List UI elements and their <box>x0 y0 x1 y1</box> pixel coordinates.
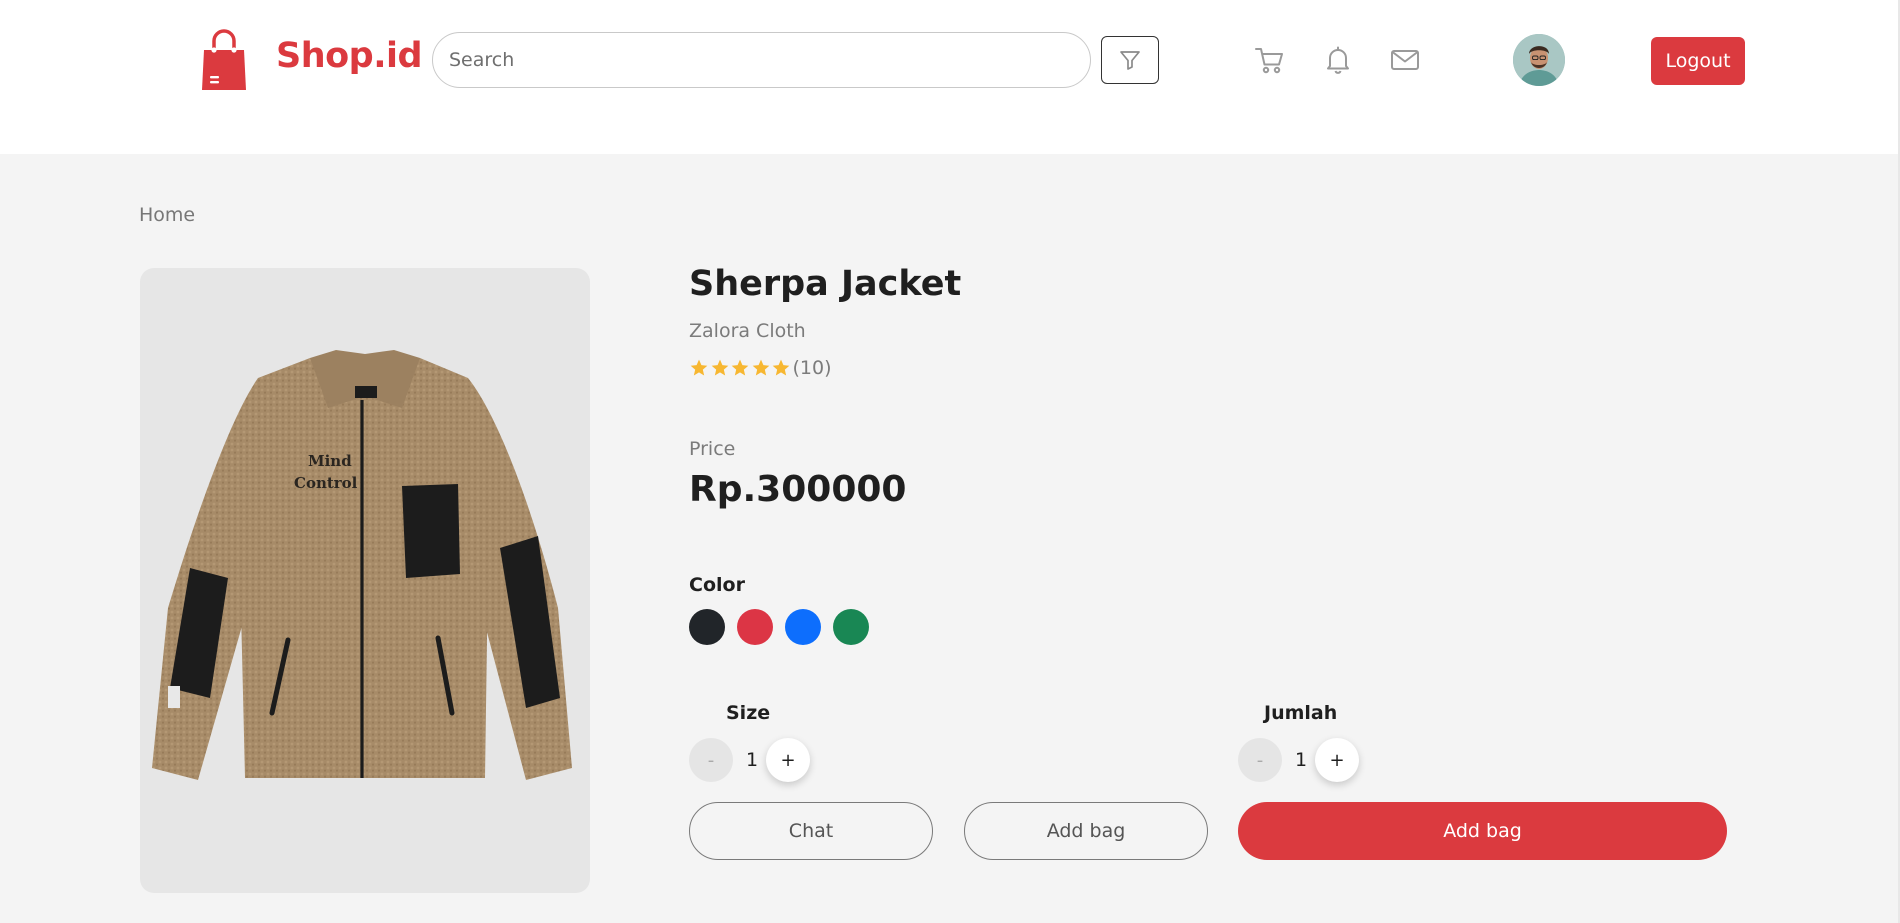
add-bag-outline-button[interactable]: Add bag <box>964 802 1208 860</box>
chat-button[interactable]: Chat <box>689 802 933 860</box>
star-icon <box>752 359 769 376</box>
quantity-label: Jumlah <box>1264 702 1338 724</box>
price-label: Price <box>689 438 736 460</box>
avatar-portrait-icon <box>1513 34 1565 86</box>
jacket-text-line1: Mind <box>308 452 352 470</box>
product-brand: Zalora Cloth <box>689 320 806 342</box>
top-navbar: Shop.id Logout <box>0 0 1900 154</box>
size-label: Size <box>726 702 771 724</box>
color-swatch-blue[interactable] <box>785 609 821 645</box>
user-avatar[interactable] <box>1513 34 1565 86</box>
star-icon <box>690 359 708 376</box>
star-icon <box>711 359 728 376</box>
color-label: Color <box>689 574 745 596</box>
star-icon <box>731 359 749 376</box>
jacket-illustration: Mind Control <box>152 350 572 780</box>
product-title: Sherpa Jacket <box>689 264 962 304</box>
product-rating: (10) <box>689 356 832 380</box>
color-swatch-black[interactable] <box>689 609 725 645</box>
size-decrement-button[interactable]: - <box>689 738 733 782</box>
search-input[interactable] <box>432 32 1091 88</box>
shopping-bag-logo-icon[interactable] <box>200 28 248 92</box>
bell-icon[interactable] <box>1322 44 1354 76</box>
size-increment-button[interactable]: + <box>766 738 810 782</box>
quantity-increment-button[interactable]: + <box>1315 738 1359 782</box>
color-swatch-green[interactable] <box>833 609 869 645</box>
filter-icon <box>1120 51 1140 70</box>
quantity-decrement-button[interactable]: - <box>1238 738 1282 782</box>
color-swatch-red[interactable] <box>737 609 773 645</box>
cart-icon[interactable] <box>1254 44 1286 76</box>
brand-name[interactable]: Shop.id <box>276 36 423 76</box>
add-bag-button[interactable]: Add bag <box>1238 802 1727 860</box>
breadcrumb-home[interactable]: Home <box>139 204 195 226</box>
filter-button[interactable] <box>1101 36 1159 84</box>
color-swatches <box>689 609 881 645</box>
price-value: Rp.300000 <box>689 469 907 510</box>
product-image: Mind Control <box>140 268 590 893</box>
star-icon <box>772 359 790 376</box>
jacket-text-line2: Control <box>294 474 358 492</box>
mail-icon[interactable] <box>1389 44 1421 76</box>
rating-count: (10) <box>792 357 832 379</box>
quantity-value: 1 <box>1294 749 1308 771</box>
size-value: 1 <box>745 749 759 771</box>
logout-button[interactable]: Logout <box>1651 37 1745 85</box>
